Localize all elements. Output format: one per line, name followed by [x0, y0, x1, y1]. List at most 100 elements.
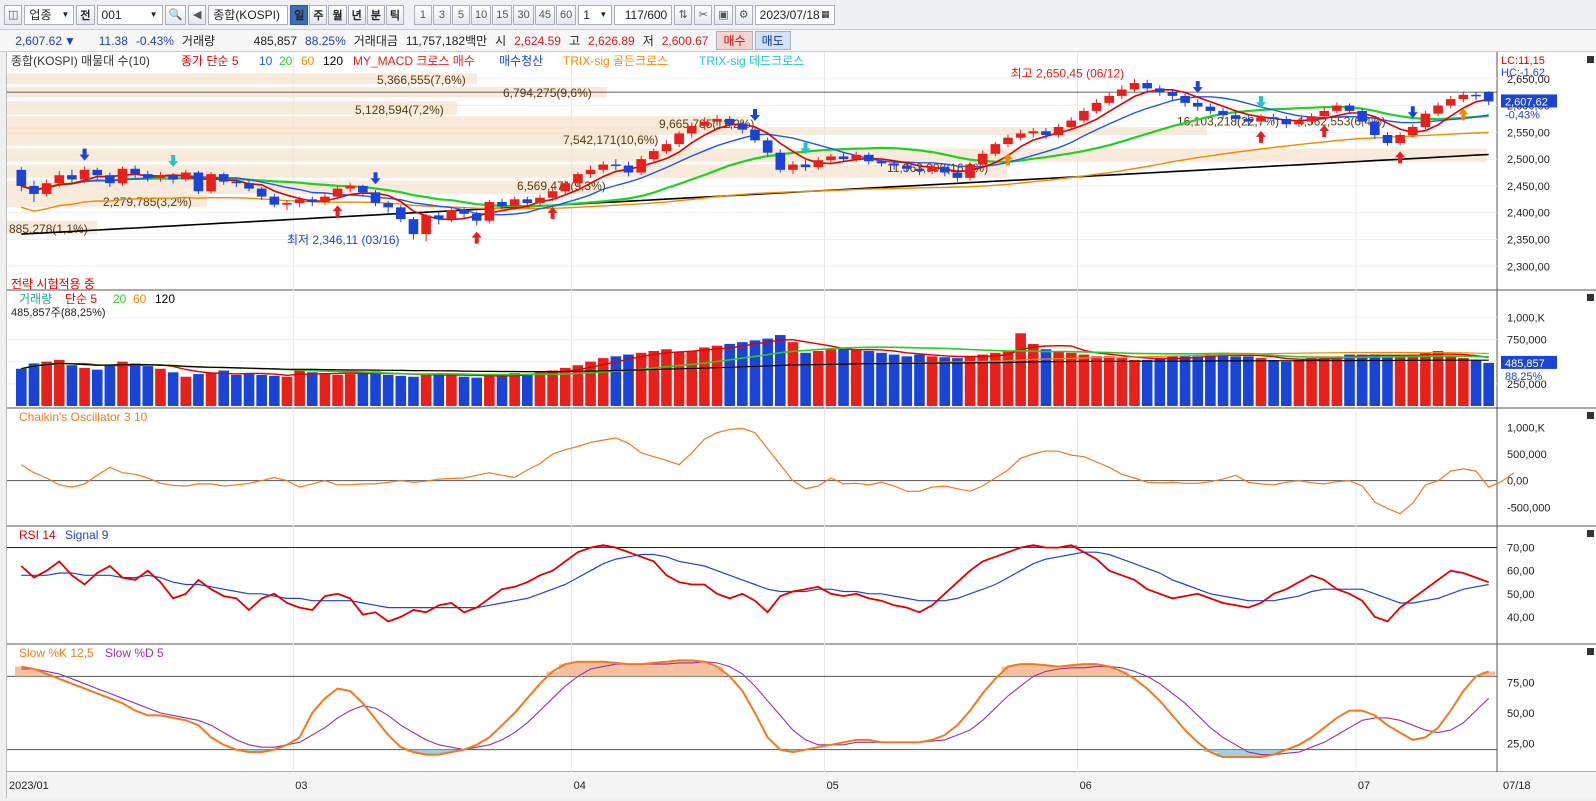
name-field: 종합(KOSPI)	[208, 4, 289, 25]
interval-button-3[interactable]: 10	[470, 4, 492, 25]
market-type-select[interactable]: 업종 ▼	[24, 4, 75, 25]
volume-bar	[509, 373, 520, 406]
interval-button-1[interactable]: 3	[432, 4, 451, 25]
candle-body	[1458, 94, 1469, 100]
interval-button-6[interactable]: 45	[534, 4, 555, 25]
period-tab-3[interactable]: 년	[347, 4, 366, 25]
period-tab-1[interactable]: 주	[309, 4, 328, 25]
stoch-oversold-fill	[1229, 749, 1243, 757]
candle-body	[1066, 120, 1077, 127]
volume-bar	[1116, 358, 1128, 406]
candle-body	[1041, 131, 1051, 136]
candle-body	[800, 164, 811, 168]
search-icon[interactable]: 🔍	[164, 4, 187, 25]
candle-body	[16, 169, 27, 186]
code-input[interactable]: 001 ▼	[96, 4, 163, 25]
gear-icon[interactable]: ⚙	[734, 4, 753, 25]
candle-body	[1230, 115, 1241, 119]
volume-bar	[623, 354, 634, 406]
volume-bar	[433, 373, 445, 406]
candle-body	[1053, 126, 1064, 136]
chaikin-legend-title: Chaikin's Oscillator 3 10	[19, 410, 148, 424]
sell-button[interactable]: 매도	[754, 31, 791, 50]
interval-button-2[interactable]: 5	[451, 4, 470, 25]
volume-bar	[1344, 354, 1355, 406]
interval-button-5[interactable]: 30	[513, 4, 534, 25]
volume-bar	[1369, 354, 1381, 406]
volume-bar	[1179, 356, 1191, 406]
candle-body	[1268, 117, 1279, 119]
candle-body	[1433, 105, 1443, 114]
volume-ma-legend-item: 20	[113, 292, 127, 306]
compare-icon[interactable]: ⇅	[674, 4, 693, 25]
volume-bar	[79, 367, 90, 406]
hc-label: HC:-1,62	[1501, 67, 1545, 79]
panel-collapse-icon	[1587, 412, 1594, 419]
volume-bar	[496, 374, 508, 406]
candle-body	[67, 175, 77, 180]
volume-bar	[1331, 356, 1343, 406]
interval-button-0[interactable]: 1	[413, 4, 432, 25]
volume-bar	[838, 347, 849, 406]
panel-collapse-icon	[1587, 56, 1594, 63]
period-tab-0[interactable]: 일	[290, 4, 309, 25]
volume-tick-label: 1,000,K	[1507, 312, 1546, 324]
speaker-icon[interactable]: ◀	[188, 4, 207, 25]
candle-body	[1344, 105, 1355, 111]
prev-button[interactable]: 전	[76, 4, 95, 25]
date-field[interactable]: 2023/07/18 ▦	[754, 4, 835, 25]
volume-bar	[471, 377, 483, 406]
volume-ma-legend-item: 60	[133, 292, 147, 306]
x-axis-label: 07	[1358, 780, 1370, 792]
volume-bar	[1192, 356, 1204, 406]
high-label: 고	[568, 34, 580, 48]
count-field[interactable]: 117/600	[614, 4, 673, 25]
period-tab-2[interactable]: 월	[328, 4, 347, 25]
chart-svg[interactable]: 2,650,002,600,002,550,002,500,002,450,00…	[7, 52, 1596, 798]
rsi-legend-signal: Signal 9	[65, 528, 109, 542]
code-value: 001	[101, 7, 122, 22]
scissors-icon[interactable]: ✂	[694, 4, 713, 25]
price-tick-label: 2,500,00	[1507, 154, 1550, 166]
volume-bar	[1432, 351, 1444, 406]
candle-body	[1420, 113, 1431, 127]
candle-body	[813, 160, 824, 168]
buy-button[interactable]: 매수	[716, 31, 753, 50]
interval-button-4[interactable]: 15	[492, 4, 513, 25]
rsi-tick-label: 40,00	[1507, 612, 1535, 624]
layout-icon[interactable]: ◫	[4, 4, 23, 25]
volume-bar	[749, 340, 761, 406]
period-tab-5[interactable]: 틱	[385, 4, 404, 25]
volume-bar	[673, 351, 685, 406]
candle-body	[775, 152, 786, 170]
lc-label: LC:11,15	[1501, 55, 1545, 67]
period-tab-4[interactable]: 분	[366, 4, 385, 25]
interval-button-7[interactable]: 60	[555, 4, 577, 25]
volume-bar	[1154, 358, 1166, 406]
volume-bar	[1002, 351, 1014, 406]
candle-body	[383, 203, 393, 208]
candle-body	[1003, 137, 1013, 145]
chart-area[interactable]: 2,650,002,600,002,550,002,500,002,450,00…	[6, 52, 1596, 798]
candle-body	[952, 172, 963, 178]
volume-bar	[737, 342, 748, 406]
candle-body	[1167, 92, 1178, 96]
volume-bar	[1382, 356, 1393, 406]
volume-bar	[306, 372, 318, 406]
price-tick-label: 2,450,00	[1507, 181, 1550, 193]
candle-body	[1117, 89, 1127, 96]
volume-bar	[699, 347, 710, 406]
candle-body	[788, 164, 798, 170]
volume-bar	[1205, 354, 1216, 406]
interval-select[interactable]: 1 ▼	[578, 4, 613, 25]
candle-body	[41, 183, 52, 194]
volume-bar	[521, 374, 533, 406]
last-volume-label: 485,857	[1505, 358, 1545, 370]
profile-label: 6,794,275(9,6%)	[503, 86, 592, 100]
chevron-down-icon: ▼	[149, 10, 158, 19]
volume-bar	[635, 352, 647, 406]
candle-body	[965, 164, 975, 178]
price-tick-label: 2,300,00	[1507, 261, 1550, 273]
candle-body	[623, 165, 634, 173]
save-icon[interactable]: ▣	[714, 4, 733, 25]
